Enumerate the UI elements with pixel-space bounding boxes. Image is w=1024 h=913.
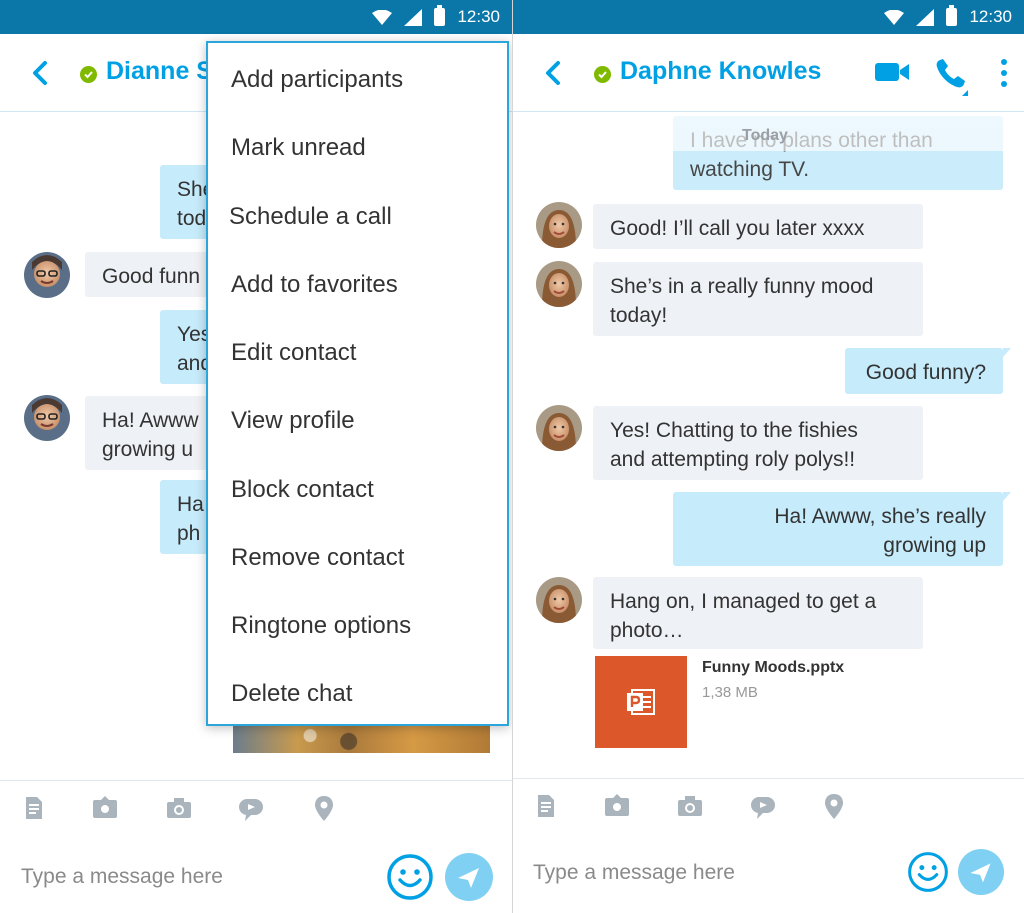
menu-item-block-contact[interactable]: Block contact — [231, 476, 374, 504]
message-input[interactable] — [21, 862, 351, 892]
contact-avatar — [24, 395, 70, 441]
video-message-icon[interactable] — [749, 792, 777, 820]
camera-icon[interactable] — [165, 794, 193, 822]
contact-name[interactable]: Daphne Knowles — [620, 57, 821, 86]
back-arrow-icon[interactable] — [28, 59, 52, 87]
powerpoint-icon — [627, 689, 655, 715]
back-arrow-icon[interactable] — [541, 59, 565, 87]
menu-item-ringtone-options[interactable]: Ringtone options — [231, 612, 411, 640]
menu-item-schedule-call[interactable]: Schedule a call — [229, 203, 392, 231]
right-screen: 12:30 Daphne Knowles I have no plans oth… — [513, 0, 1024, 913]
location-icon[interactable] — [310, 794, 338, 822]
presence-online-icon — [80, 66, 97, 83]
message-input[interactable] — [533, 858, 873, 888]
battery-icon — [434, 5, 446, 26]
location-icon[interactable] — [820, 792, 848, 820]
menu-item-delete-chat[interactable]: Delete chat — [231, 680, 352, 708]
contact-avatar — [24, 252, 70, 298]
status-time: 12:30 — [457, 7, 500, 26]
emoji-icon[interactable] — [386, 853, 434, 901]
left-screen: 12:30 Dianne S She tod Good funn Yes and… — [0, 0, 512, 913]
menu-item-view-profile[interactable]: View profile — [231, 407, 355, 435]
photo-attachment[interactable] — [233, 724, 490, 753]
video-message-icon[interactable] — [237, 794, 265, 822]
message-bubble-incoming[interactable]: Yes! Chatting to the fishies and attempt… — [593, 406, 923, 480]
status-icons: 12:30 — [372, 5, 500, 28]
camera-icon[interactable] — [676, 792, 704, 820]
status-bar: 12:30 — [0, 0, 512, 34]
wifi-icon — [372, 9, 393, 25]
signal-icon — [404, 8, 423, 26]
chat-header: Daphne Knowles — [513, 34, 1024, 112]
composer-toolbar — [0, 780, 512, 836]
status-time: 12:30 — [969, 7, 1012, 26]
emoji-icon[interactable] — [907, 851, 949, 893]
message-bubble-outgoing[interactable]: Good funny? — [845, 348, 1011, 394]
menu-item-mark-unread[interactable]: Mark unread — [231, 134, 366, 162]
message-bubble-outgoing[interactable]: Ha! Awww, she’s really growing up — [673, 492, 1011, 566]
send-button[interactable] — [445, 853, 493, 901]
message-bubble-incoming[interactable]: She’s in a really funny mood today! — [593, 262, 923, 336]
contact-avatar — [536, 261, 582, 307]
file-icon[interactable] — [20, 794, 48, 822]
message-bubble-incoming[interactable]: Good! I’ll call you later xxxx — [593, 204, 923, 249]
message-bubble-incoming[interactable]: Good funn — [85, 252, 225, 297]
battery-icon — [946, 5, 958, 26]
message-bubble-incoming[interactable]: Hang on, I managed to get a photo… — [593, 577, 923, 649]
send-icon — [970, 863, 991, 883]
menu-item-remove-contact[interactable]: Remove contact — [231, 544, 404, 572]
file-attachment-thumbnail[interactable] — [595, 656, 687, 748]
media-message-icon[interactable] — [91, 794, 119, 822]
more-options-icon[interactable] — [1000, 58, 1008, 88]
send-button[interactable] — [958, 849, 1004, 895]
send-icon — [458, 868, 479, 888]
contact-avatar — [536, 405, 582, 451]
overflow-menu: Add participants Mark unread Schedule a … — [206, 41, 509, 726]
date-separator: Today — [742, 127, 788, 144]
audio-call-icon[interactable] — [934, 56, 970, 98]
message-bubble-incoming[interactable]: Ha! Awww growing u — [85, 396, 225, 470]
composer-toolbar — [513, 778, 1024, 834]
scroll-fade-overlay — [673, 113, 1003, 151]
presence-online-icon — [594, 66, 611, 83]
file-size: 1,38 MB — [702, 684, 758, 701]
contact-avatar — [536, 202, 582, 248]
menu-item-edit-contact[interactable]: Edit contact — [231, 339, 356, 367]
status-bar: 12:30 — [513, 0, 1024, 34]
menu-item-add-participants[interactable]: Add participants — [231, 66, 403, 94]
file-icon[interactable] — [532, 792, 560, 820]
media-message-icon[interactable] — [603, 792, 631, 820]
contact-name[interactable]: Dianne S — [106, 57, 213, 86]
status-icons: 12:30 — [884, 5, 1012, 28]
video-call-icon[interactable] — [874, 61, 910, 83]
menu-item-add-to-favorites[interactable]: Add to favorites — [231, 271, 398, 299]
wifi-icon — [884, 9, 905, 25]
signal-icon — [916, 8, 935, 26]
contact-avatar — [536, 577, 582, 623]
file-name[interactable]: Funny Moods.pptx — [702, 659, 844, 677]
